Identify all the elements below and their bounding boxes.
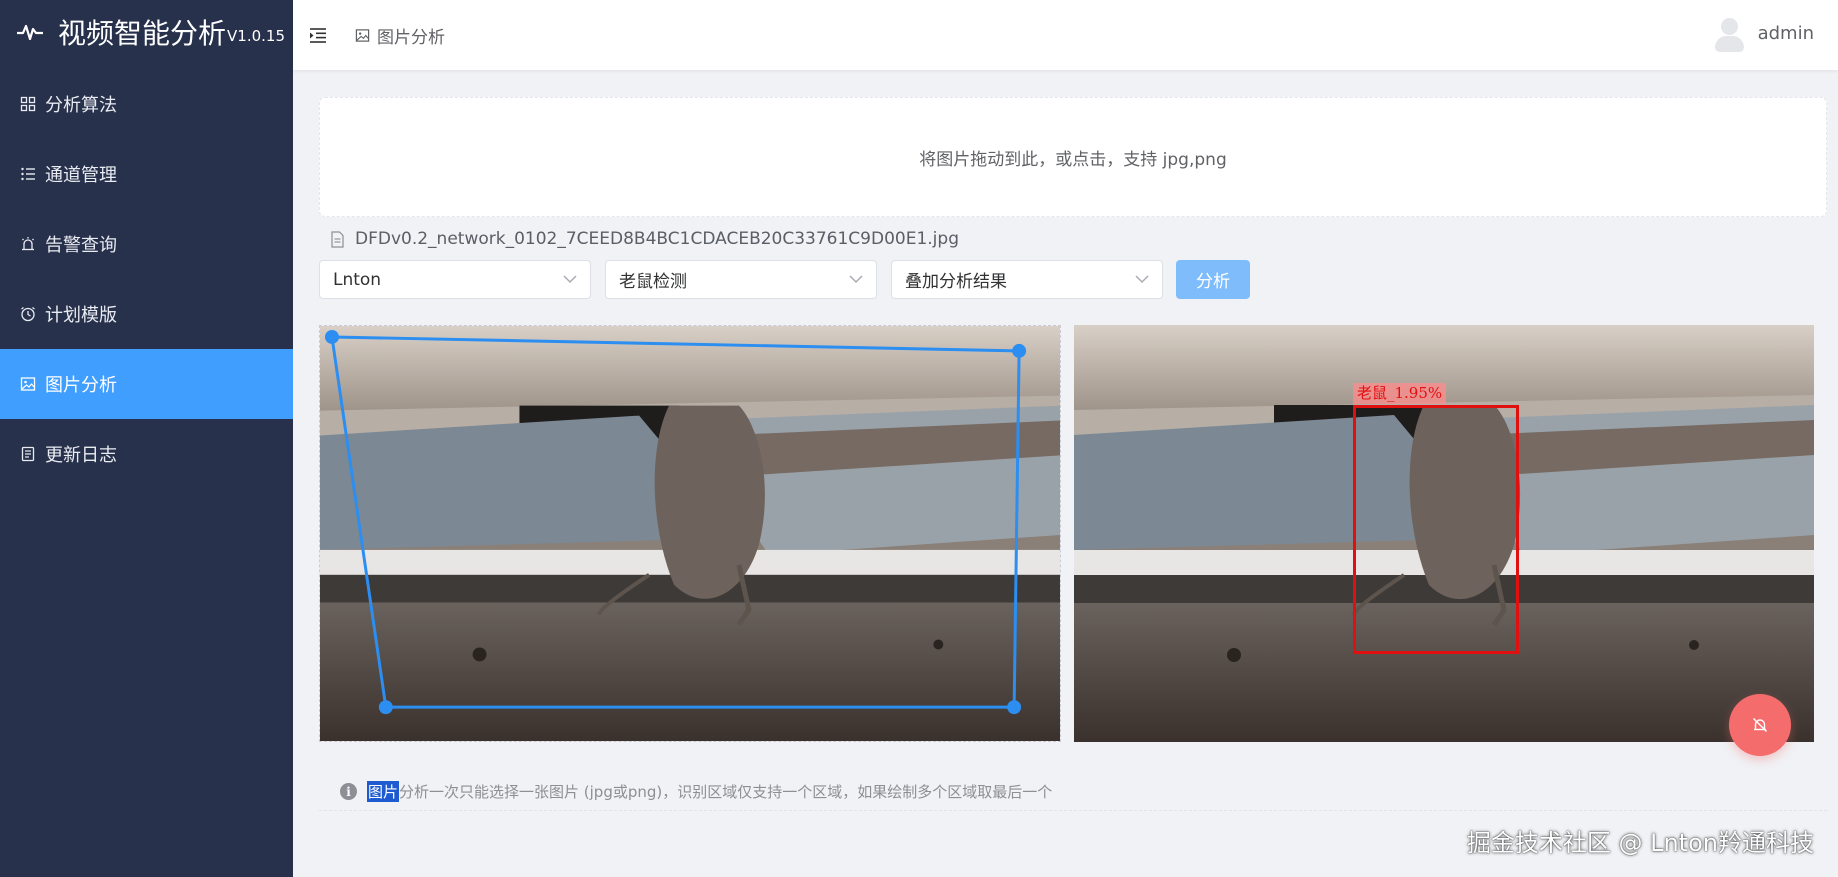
result-mode-select-value: 叠加分析结果 [905, 272, 1007, 292]
chevron-down-icon [1135, 275, 1149, 284]
chevron-down-icon [563, 275, 577, 284]
upload-hint: 将图片拖动到此，或点击，支持 jpg,png [919, 149, 1227, 170]
usage-tip: i 图片 分析一次只能选择一张图片 (jpg或png)，识别区域仅支持一个区域，… [319, 773, 1827, 811]
sidebar: 视频智能分析 V1.0.15 分析算法 通道管理 告警查询 计划模版 图片分析 … [0, 0, 293, 877]
breadcrumb: 图片分析 [355, 23, 445, 48]
tip-text: 分析一次只能选择一张图片 (jpg或png)，识别区域仅支持一个区域，如果绘制多… [399, 783, 1053, 801]
detection-box [1353, 405, 1519, 654]
grid-icon [20, 96, 36, 112]
region-polygon-overlay[interactable] [320, 326, 1060, 741]
pulse-icon [17, 24, 43, 41]
picture-icon [20, 376, 36, 392]
top-header: 图片分析 admin [293, 0, 1838, 70]
document-icon [20, 446, 36, 462]
picture-icon [355, 28, 370, 42]
notification-fab[interactable] [1729, 694, 1791, 756]
detection-label: 老鼠_1.95% [1353, 383, 1447, 404]
sidebar-menu: 分析算法 通道管理 告警查询 计划模版 图片分析 更新日志 [0, 69, 293, 489]
sidebar-item-label: 通道管理 [45, 165, 117, 186]
chevron-down-icon [849, 275, 863, 284]
tip-highlight: 图片 [367, 781, 400, 802]
algorithm-select[interactable]: 老鼠检测 [605, 260, 877, 299]
analyze-button[interactable]: 分析 [1176, 260, 1250, 299]
username[interactable]: admin [1758, 23, 1814, 44]
uploaded-file[interactable]: DFDv0.2_network_0102_7CEED8B4BC1CDACEB20… [330, 229, 959, 249]
region-handle [378, 700, 393, 715]
image-upload-dropzone[interactable]: 将图片拖动到此，或点击，支持 jpg,png [319, 97, 1827, 217]
bell-off-icon [1753, 718, 1767, 732]
sidebar-item-label: 计划模版 [45, 305, 117, 326]
app-title: 视频智能分析 [58, 17, 227, 50]
algorithm-select-value: 老鼠检测 [619, 272, 687, 292]
sidebar-item-channels[interactable]: 通道管理 [0, 139, 293, 209]
sidebar-item-label: 更新日志 [45, 445, 117, 466]
sidebar-item-image-analysis[interactable]: 图片分析 [0, 349, 293, 419]
watermark: 掘金技术社区 @ Lnton羚通科技 [1466, 829, 1814, 857]
source-image-canvas[interactable] [319, 325, 1061, 742]
brand: 视频智能分析 V1.0.15 [0, 0, 293, 64]
avatar[interactable] [1712, 14, 1746, 52]
alarm-icon [20, 236, 36, 252]
clock-icon [20, 306, 36, 322]
sidebar-item-label: 分析算法 [45, 95, 117, 116]
app-version: V1.0.15 [227, 27, 285, 45]
info-icon: i [340, 783, 357, 800]
channel-select[interactable]: Lnton [319, 260, 591, 299]
file-name: DFDv0.2_network_0102_7CEED8B4BC1CDACEB20… [355, 229, 959, 249]
region-handle [1012, 343, 1027, 358]
result-mode-select[interactable]: 叠加分析结果 [891, 260, 1163, 299]
result-image: 老鼠_1.95% [1074, 325, 1814, 742]
sidebar-item-label: 告警查询 [45, 235, 117, 256]
user-menu[interactable]: admin [1712, 14, 1814, 52]
sidebar-item-schedules[interactable]: 计划模版 [0, 279, 293, 349]
region-handle [324, 329, 339, 344]
sidebar-item-changelog[interactable]: 更新日志 [0, 419, 293, 489]
region-handle [1007, 700, 1022, 715]
channel-select-value: Lnton [333, 269, 382, 290]
sidebar-item-alarms[interactable]: 告警查询 [0, 209, 293, 279]
breadcrumb-current: 图片分析 [377, 27, 445, 48]
sidebar-item-label: 图片分析 [45, 375, 117, 396]
menu-fold-icon[interactable] [309, 26, 327, 44]
file-icon [331, 230, 344, 248]
list-icon [20, 166, 36, 182]
sidebar-item-algorithms[interactable]: 分析算法 [0, 69, 293, 139]
